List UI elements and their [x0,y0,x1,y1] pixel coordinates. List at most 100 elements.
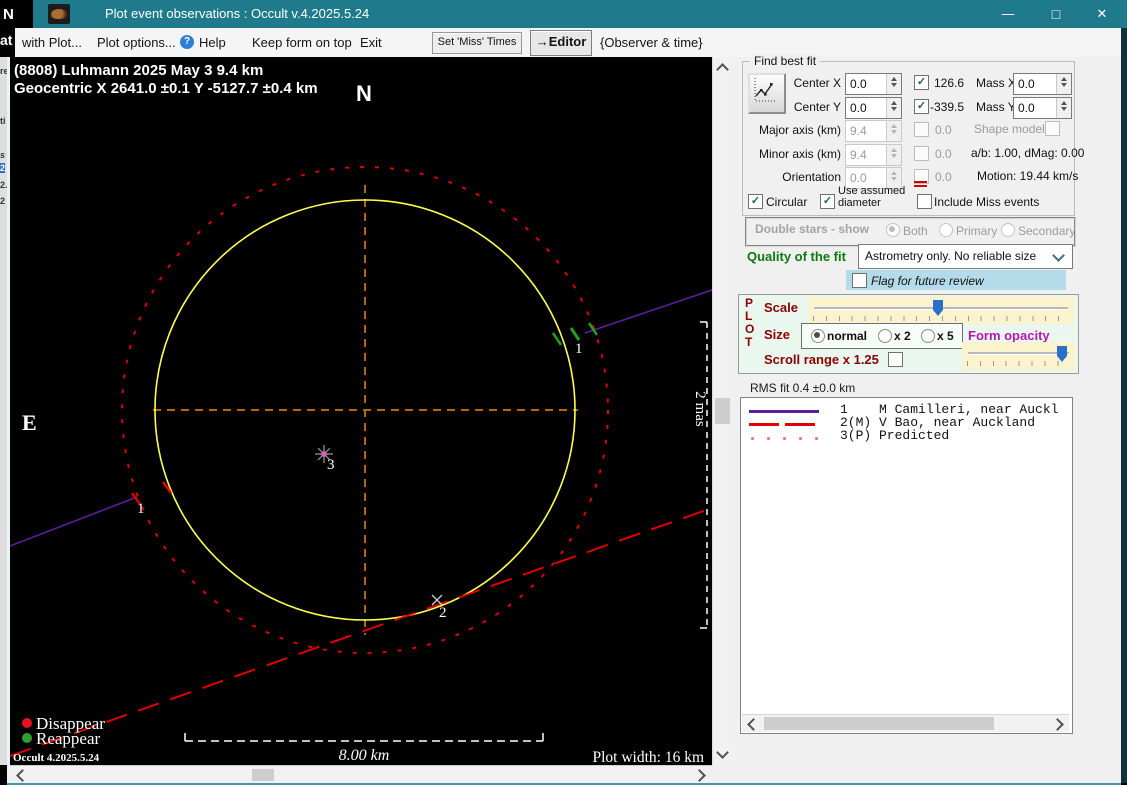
plot-horizontal-scrollbar[interactable] [10,765,712,784]
title-bar: Plot event observations : Occult v.4.202… [33,0,1127,28]
size-label: Size [764,327,791,342]
include-miss-checkbox[interactable] [917,194,932,209]
plot-controls-box: P L O T Scale Size normal x 2 x 5 Form o… [738,294,1079,374]
scroll-left-icon[interactable] [747,718,760,731]
mass-x-label: Mass X [976,76,1017,90]
scale-slider-thumb[interactable] [933,300,943,316]
menu-item-exit[interactable]: Exit [360,28,382,57]
chord-2-line-sample [785,423,815,426]
plot-letter-o: O [745,322,755,336]
miss-line-sample-icon [914,185,927,187]
scroll-right-icon[interactable] [693,769,706,782]
form-opacity-slider[interactable] [962,342,1075,370]
mass-y-spinner[interactable]: 0.0 [1013,97,1072,119]
scale-label: Scale [764,300,798,315]
plot-canvas: 1 1 2 3 (8808) Luhmann 2025 May 3 9.4 km… [10,57,712,765]
double-secondary-radio [1001,223,1015,237]
predicted-label: 3 [327,457,335,473]
center-y-label: Center Y [793,100,841,114]
form-opacity-label: Form opacity [968,328,1050,343]
fit-x-checkbox[interactable] [914,75,929,90]
backdrop-fragment: ti [0,116,6,126]
circular-label: Circular [766,195,808,209]
flag-review-row: Flag for future review [846,270,1066,290]
listbox-horizontal-scrollbar[interactable] [742,714,1069,732]
north-label: N [356,81,372,106]
quality-label: Quality of the fit [747,249,846,264]
right-panel: Find best fit Center X 0.0 126.6 Mass X … [731,54,1121,765]
ab-dmag-label: a/b: 1.00, dMag: 0.00 [971,146,1085,160]
size-normal-radio[interactable] [811,329,825,343]
mass-x-spinner[interactable]: 0.0 [1013,73,1072,95]
opacity-slider-thumb[interactable] [1057,346,1067,362]
size-x2-radio[interactable] [878,329,892,343]
circular-checkbox[interactable] [748,194,763,209]
shape-model-label: Shape model [974,122,1045,136]
use-assumed-label-1: Use assumed [838,185,906,197]
menu-item-keep-on-top[interactable]: Keep form on top [252,28,352,57]
backdrop-fragment: re [0,66,7,76]
size-x2-label: x 2 [894,329,911,343]
major-axis-label: Major axis (km) [758,123,841,137]
reappear-dot [22,733,32,743]
scroll-right-icon[interactable] [1051,718,1064,731]
occult-moon-icon [51,9,67,19]
minimize-button[interactable]: — [991,0,1025,28]
scroll-down-icon[interactable] [716,746,729,759]
size-radio-group: normal x 2 x 5 [801,323,963,349]
horizontal-scroll-thumb[interactable] [252,769,274,781]
orientation-label: Orientation [782,170,841,184]
plot-vertical-scrollbar[interactable] [712,57,732,765]
minor-aux-value: 0.0 [935,147,952,161]
mass-y-label: Mass Y [976,100,1016,114]
listbox-scroll-thumb[interactable] [764,717,994,730]
maximize-button[interactable]: □ [1039,0,1073,28]
plot-header-line1: (8808) Luhmann 2025 May 3 9.4 km [14,62,263,79]
scroll-up-icon[interactable] [716,63,729,76]
disappear-dot [22,718,32,728]
plot-letter-p: P [745,296,754,310]
plot-letter-t: T [745,335,753,349]
menu-item-help[interactable]: Help [199,28,226,57]
backdrop-right-strip [1121,28,1127,783]
flag-review-checkbox[interactable] [852,273,867,288]
backdrop-fragment: s [0,150,6,160]
close-button[interactable]: ✕ [1085,0,1119,28]
fit-x-value: 126.6 [934,76,965,90]
plot-header-line2: Geocentric X 2641.0 ±0.1 Y -5127.7 ±0.4 … [14,80,318,97]
use-assumed-label-2: diameter [838,197,881,209]
observers-listbox[interactable]: 1 M Camilleri, near Auckl 2(M) V Bao, ne… [740,397,1073,734]
vertical-scroll-thumb[interactable] [715,398,730,424]
center-y-spinner[interactable]: 0.0 [845,97,902,119]
shape-model-checkbox [1045,121,1060,136]
reappear-label: Reappear [36,729,101,748]
chord-2-label: 2 [439,605,447,621]
center-x-spinner[interactable]: 0.0 [845,73,902,95]
use-assumed-checkbox[interactable] [820,194,835,209]
editor-button[interactable]: →Editor [530,30,592,56]
flag-review-label: Flag for future review [871,274,984,288]
set-miss-times-button[interactable]: Set 'Miss' Times [432,32,522,54]
predicted-dot-sample [751,437,754,440]
minor-axis-label: Minor axis (km) [758,147,841,161]
plot-width-label: Plot width: 16 km [592,749,704,765]
scale-slider[interactable] [808,297,1074,324]
quality-select[interactable]: Astrometry only. No reliable size [858,244,1073,269]
menu-item-plot-options[interactable]: Plot options... [97,28,176,57]
miss-line-sample-icon [914,181,927,183]
mas-label: 2 mas [692,391,708,427]
app-icon [48,4,70,24]
plot-background [10,57,712,765]
fit-y-checkbox[interactable] [914,99,929,114]
observer-row[interactable]: 3(P) Predicted [840,428,949,443]
scroll-left-icon[interactable] [16,769,29,782]
major-axis-spinner: 9.4 [845,120,902,142]
size-x5-radio[interactable] [921,329,935,343]
menu-item-with-plot[interactable]: with Plot... [22,28,82,57]
version-watermark: Occult 4.2025.5.24 [13,752,100,764]
double-both-label: Both [903,224,928,238]
center-x-label: Center X [793,76,841,90]
fit-major-checkbox [914,122,929,137]
scroll-range-checkbox[interactable] [888,352,903,367]
backdrop-fragment: 2. [0,180,7,190]
